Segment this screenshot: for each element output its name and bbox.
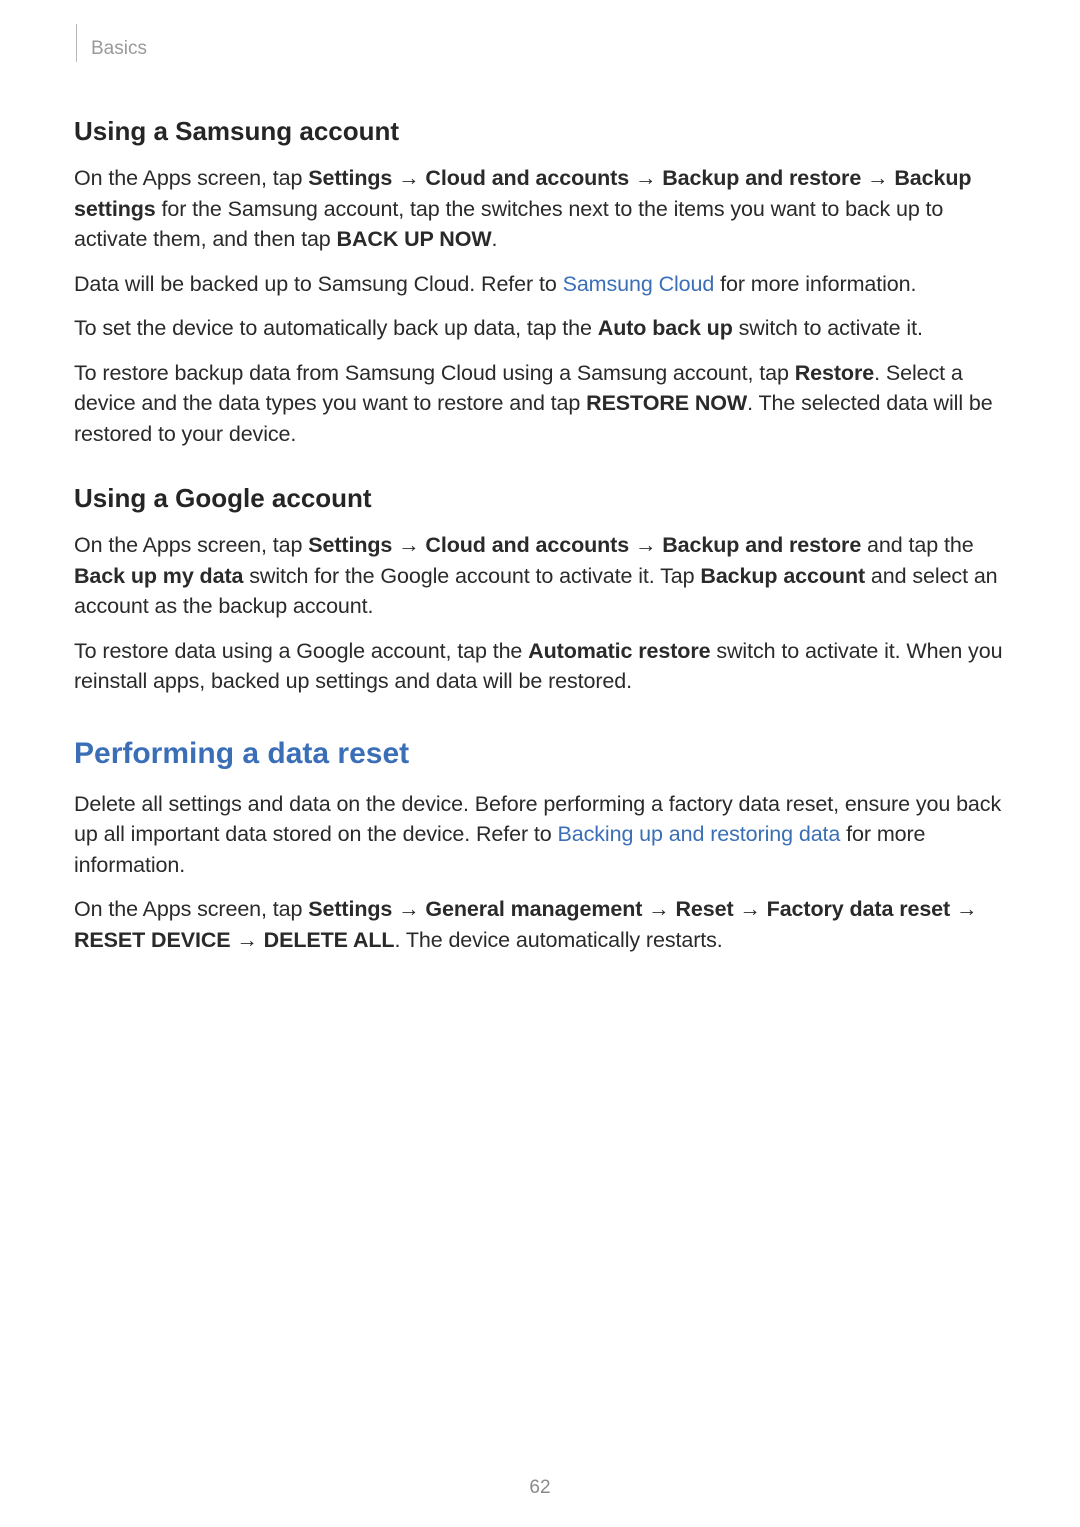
paragraph: To set the device to automatically back …	[74, 313, 1006, 344]
page-header: Basics	[74, 30, 1006, 68]
arrow-icon: →	[231, 928, 264, 952]
paragraph: On the Apps screen, tap Settings → Cloud…	[74, 163, 1006, 255]
bold-text: BACK UP NOW	[337, 227, 492, 251]
text: for the Samsung account, tap the switche…	[74, 197, 943, 252]
section-google-account: Using a Google account On the Apps scree…	[74, 483, 1006, 697]
bold-text: Settings	[308, 533, 392, 557]
text: To restore data using a Google account, …	[74, 639, 528, 663]
section-samsung-account: Using a Samsung account On the Apps scre…	[74, 116, 1006, 449]
text: On the Apps screen, tap	[74, 897, 308, 921]
text: switch to activate it.	[733, 316, 923, 340]
bold-text: Auto back up	[598, 316, 733, 340]
bold-text: Settings	[308, 897, 392, 921]
arrow-icon: →	[861, 166, 894, 190]
text: for more information.	[714, 272, 916, 296]
link-samsung-cloud[interactable]: Samsung Cloud	[563, 272, 715, 296]
text: Data will be backed up to Samsung Cloud.…	[74, 272, 563, 296]
arrow-icon: →	[629, 533, 662, 557]
text: .	[492, 227, 498, 251]
paragraph: On the Apps screen, tap Settings → Cloud…	[74, 530, 1006, 622]
text: To set the device to automatically back …	[74, 316, 598, 340]
bold-text: Cloud and accounts	[425, 533, 629, 557]
text: On the Apps screen, tap	[74, 533, 308, 557]
text: On the Apps screen, tap	[74, 166, 308, 190]
paragraph: To restore backup data from Samsung Clou…	[74, 358, 1006, 450]
heading-data-reset: Performing a data reset	[74, 737, 1006, 771]
paragraph: Delete all settings and data on the devi…	[74, 789, 1006, 881]
heading-samsung-account: Using a Samsung account	[74, 116, 1006, 147]
arrow-icon: →	[629, 166, 662, 190]
arrow-icon: →	[392, 533, 425, 557]
text: . The device automatically restarts.	[394, 928, 722, 952]
arrow-icon: →	[392, 897, 425, 921]
text: To restore backup data from Samsung Clou…	[74, 361, 795, 385]
paragraph: On the Apps screen, tap Settings → Gener…	[74, 894, 1006, 955]
bold-text: DELETE ALL	[264, 928, 395, 952]
bold-text: Factory data reset	[767, 897, 950, 921]
section-data-reset: Performing a data reset Delete all setti…	[74, 737, 1006, 956]
bold-text: Settings	[308, 166, 392, 190]
bold-text: Backup and restore	[662, 533, 861, 557]
arrow-icon: →	[642, 897, 675, 921]
paragraph: To restore data using a Google account, …	[74, 636, 1006, 697]
arrow-icon: →	[392, 166, 425, 190]
arrow-icon: →	[950, 897, 977, 921]
heading-google-account: Using a Google account	[74, 483, 1006, 514]
bold-text: Automatic restore	[528, 639, 710, 663]
bold-text: Backup account	[700, 564, 865, 588]
text: switch for the Google account to activat…	[243, 564, 700, 588]
paragraph: Data will be backed up to Samsung Cloud.…	[74, 269, 1006, 300]
page-number: 62	[0, 1477, 1080, 1499]
page-content: Basics Using a Samsung account On the Ap…	[0, 0, 1080, 955]
bold-text: Backup and restore	[662, 166, 861, 190]
header-section-label: Basics	[91, 38, 147, 60]
bold-text: Back up my data	[74, 564, 243, 588]
bold-text: RESTORE NOW	[586, 391, 747, 415]
bold-text: Cloud and accounts	[425, 166, 629, 190]
bold-text: General management	[425, 897, 642, 921]
text: and tap the	[861, 533, 973, 557]
link-backing-up-data[interactable]: Backing up and restoring data	[558, 822, 841, 846]
bold-text: Reset	[675, 897, 733, 921]
bold-text: Restore	[795, 361, 874, 385]
header-divider	[76, 24, 77, 62]
bold-text: RESET DEVICE	[74, 928, 231, 952]
arrow-icon: →	[734, 897, 767, 921]
